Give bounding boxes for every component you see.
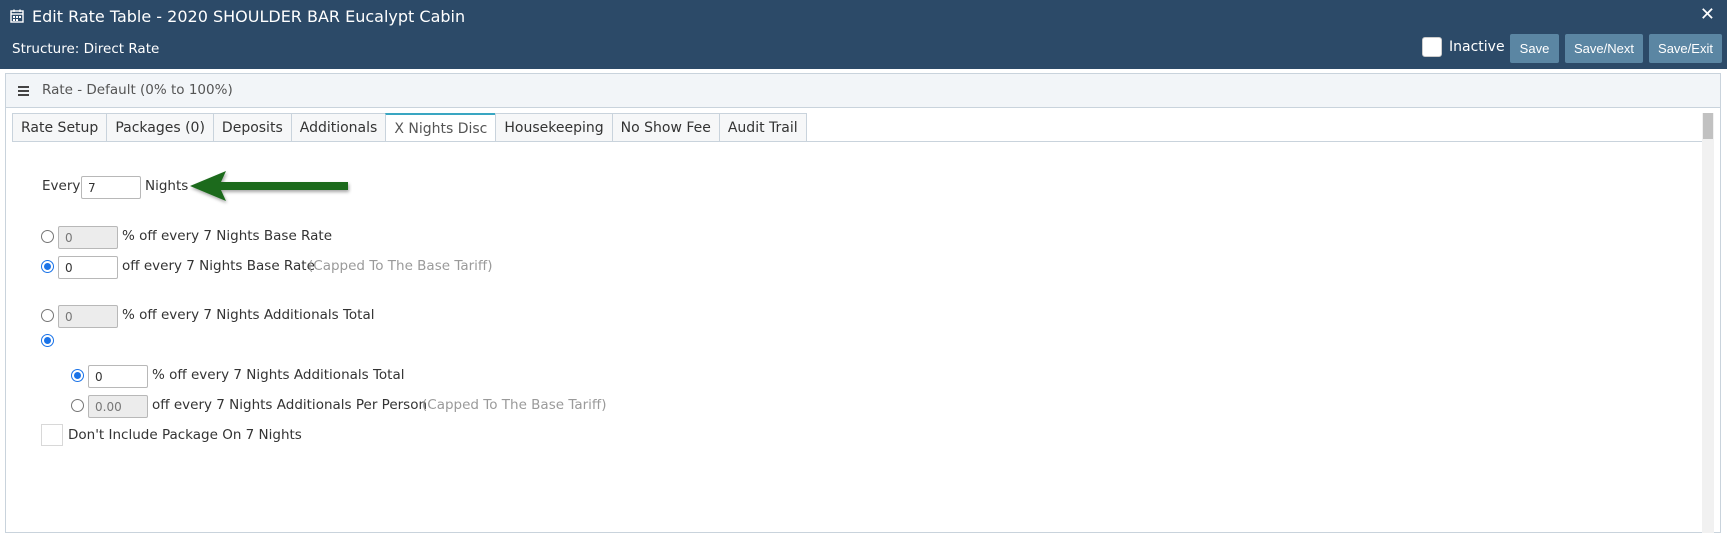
tab-packages[interactable]: Packages (0)	[106, 113, 214, 141]
inactive-label: Inactive	[1449, 39, 1505, 55]
add-split-radio[interactable]	[41, 334, 54, 347]
sub-pct-radio[interactable]	[71, 369, 84, 382]
title-bar: Edit Rate Table - 2020 SHOULDER BAR Euca…	[0, 0, 1727, 69]
base-amt-label: off every 7 Nights Base Rate	[122, 258, 315, 274]
scroll-thumb[interactable]	[1703, 113, 1713, 139]
base-pct-radio[interactable]	[41, 230, 54, 243]
calendar-icon	[10, 9, 24, 23]
structure-label: Structure: Direct Rate	[12, 41, 160, 57]
base-amt-radio[interactable]	[41, 260, 54, 273]
sub-pp-note: (Capped To The Base Tariff)	[422, 397, 607, 413]
save-button[interactable]: Save	[1510, 34, 1559, 63]
tab-divider	[12, 141, 1712, 142]
base-amt-note: (Capped To The Base Tariff)	[308, 258, 493, 274]
title-row: Edit Rate Table - 2020 SHOULDER BAR Euca…	[10, 5, 465, 27]
sub-pp-input[interactable]	[88, 395, 148, 418]
tab-bar: Rate Setup Packages (0) Deposits Additio…	[12, 113, 807, 142]
tab-audit-trail[interactable]: Audit Trail	[718, 113, 807, 141]
base-pct-label: % off every 7 Nights Base Rate	[122, 228, 332, 244]
nights-input[interactable]	[81, 176, 141, 199]
sub-pp-radio[interactable]	[71, 399, 84, 412]
tab-no-show-fee[interactable]: No Show Fee	[611, 113, 720, 141]
save-next-button[interactable]: Save/Next	[1565, 34, 1643, 63]
panel-header: Rate - Default (0% to 100%)	[6, 74, 1720, 108]
rate-panel: Rate - Default (0% to 100%) Rate Setup P…	[5, 73, 1721, 533]
every-label: Every	[42, 178, 81, 194]
page-title: Edit Rate Table - 2020 SHOULDER BAR Euca…	[32, 6, 466, 26]
sub-pct-label: % off every 7 Nights Additionals Total	[152, 367, 405, 383]
package-checkbox[interactable]	[41, 424, 63, 446]
arrow-left-icon	[190, 171, 348, 201]
close-icon[interactable]: ✕	[1700, 4, 1715, 26]
save-exit-button[interactable]: Save/Exit	[1649, 34, 1722, 63]
base-amt-input[interactable]	[58, 256, 118, 279]
add-pct-label: % off every 7 Nights Additionals Total	[122, 307, 375, 323]
tab-housekeeping[interactable]: Housekeeping	[495, 113, 613, 141]
tab-rate-setup[interactable]: Rate Setup	[12, 113, 108, 141]
tab-additionals[interactable]: Additionals	[290, 113, 387, 141]
add-pct-input[interactable]	[58, 305, 118, 328]
hamburger-icon[interactable]	[18, 86, 29, 98]
sub-pp-label: off every 7 Nights Additionals Per Perso…	[152, 397, 428, 413]
inactive-checkbox[interactable]	[1422, 37, 1442, 57]
tab-x-nights-disc[interactable]: X Nights Disc	[385, 113, 497, 142]
nights-label: Nights	[145, 178, 189, 194]
tab-deposits[interactable]: Deposits	[212, 113, 292, 141]
inactive-toggle[interactable]: Inactive	[1422, 37, 1505, 57]
package-label: Don't Include Package On 7 Nights	[68, 427, 302, 443]
panel-title: Rate - Default (0% to 100%)	[42, 82, 233, 98]
sub-pct-input[interactable]	[88, 365, 148, 388]
scrollbar[interactable]	[1702, 113, 1714, 533]
base-pct-input[interactable]	[58, 226, 118, 249]
add-pct-radio[interactable]	[41, 309, 54, 322]
